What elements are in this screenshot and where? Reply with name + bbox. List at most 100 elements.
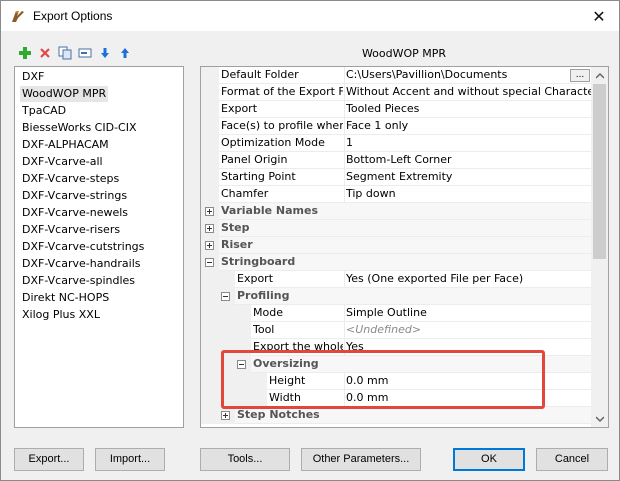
delete-format-button[interactable]	[37, 45, 53, 61]
property-row[interactable]: Export the whole ...Yes	[201, 339, 592, 356]
delete-icon	[40, 48, 50, 58]
format-list-item[interactable]: DXF-Vcarve-newels	[20, 205, 130, 221]
property-category-row[interactable]: Step	[201, 220, 592, 237]
format-list-item[interactable]: DXF-Vcarve-risers	[20, 222, 122, 238]
property-row[interactable]: Format of the Export Fil...Without Accen…	[201, 84, 592, 101]
property-value[interactable]: Yes (One exported File per Face)	[344, 271, 592, 288]
row-indent-gutter	[201, 373, 267, 390]
format-list-item[interactable]: Direkt NC-HOPS	[20, 290, 111, 306]
property-value[interactable]: C:\Users\Pavillion\Documents	[344, 67, 592, 84]
expand-icon[interactable]	[205, 241, 214, 250]
property-category-row[interactable]: Riser	[201, 237, 592, 254]
format-toolbar	[17, 45, 133, 63]
property-row[interactable]: Face(s) to profile when t...Face 1 only	[201, 118, 592, 135]
row-indent-gutter	[201, 101, 219, 118]
property-name: Panel Origin	[221, 153, 288, 166]
property-category-row[interactable]: Stringboard	[201, 254, 592, 271]
row-indent-gutter	[201, 118, 219, 135]
section-title: WoodWOP MPR	[361, 47, 447, 60]
property-value[interactable]: <Undefined>	[344, 322, 592, 339]
ok-button[interactable]: OK	[453, 448, 525, 471]
rename-format-button[interactable]	[77, 45, 93, 61]
format-list: DXF WoodWOP MPR TpaCAD BiesseWorks CID-CIX D…	[14, 66, 184, 428]
category-label: Variable Names	[221, 204, 318, 217]
move-up-button[interactable]	[117, 45, 133, 61]
move-down-icon	[101, 48, 109, 58]
format-list-item[interactable]: DXF-Vcarve-strings	[20, 188, 129, 204]
expand-icon[interactable]	[221, 411, 230, 420]
format-list-item[interactable]: DXF-ALPHACAM	[20, 137, 111, 153]
property-category-row[interactable]: Step Notches	[201, 407, 592, 424]
property-value[interactable]: Tip down	[344, 186, 592, 203]
format-list-item[interactable]: WoodWOP MPR	[20, 86, 109, 102]
close-button[interactable]: ✕	[579, 1, 619, 31]
property-row[interactable]: Tool <Undefined>	[201, 322, 592, 339]
property-row[interactable]: Starting Point Segment Extremity	[201, 169, 592, 186]
format-list-item[interactable]: DXF	[20, 69, 46, 85]
property-value[interactable]: Simple Outline	[344, 305, 592, 322]
cancel-button[interactable]: Cancel	[536, 448, 608, 471]
category-label: Riser	[221, 238, 253, 251]
property-row[interactable]: Export Yes (One exported File per Face)	[201, 271, 592, 288]
scroll-up-button[interactable]	[591, 67, 608, 84]
move-up-icon	[121, 48, 129, 58]
export-button[interactable]: Export...	[14, 448, 84, 471]
copy-format-button[interactable]	[57, 45, 73, 61]
format-list-item[interactable]: BiesseWorks CID-CIX	[20, 120, 139, 136]
export-options-dialog: Export Options ✕ WoodWOP MPR DXF WoodWOP…	[0, 0, 620, 481]
property-name: Starting Point	[221, 170, 296, 183]
format-list-item[interactable]: DXF-Vcarve-steps	[20, 171, 121, 187]
tools-button[interactable]: Tools...	[200, 448, 290, 471]
format-list-item[interactable]: Xilog Plus XXL	[20, 307, 102, 323]
property-row[interactable]: Mode Simple Outline	[201, 305, 592, 322]
format-list-item[interactable]: DXF-Vcarve-all	[20, 154, 105, 170]
import-button[interactable]: Import...	[95, 448, 165, 471]
scroll-down-button[interactable]	[591, 410, 608, 427]
format-list-item[interactable]: DXF-Vcarve-cutstrings	[20, 239, 146, 255]
property-value[interactable]: Tooled Pieces	[344, 101, 592, 118]
property-value[interactable]: Yes	[344, 339, 592, 356]
category-label: Profiling	[237, 289, 290, 302]
property-category-row[interactable]: Variable Names	[201, 203, 592, 220]
category-label: Step Notches	[237, 408, 320, 421]
vertical-scrollbar[interactable]	[591, 67, 608, 427]
expand-icon[interactable]	[205, 207, 214, 216]
property-row[interactable]: Optimization Mode 1	[201, 135, 592, 152]
title-bar: Export Options ✕	[1, 1, 619, 31]
window-title: Export Options	[33, 9, 113, 23]
collapse-icon[interactable]	[221, 292, 230, 301]
other-parameters-button[interactable]: Other Parameters...	[301, 448, 421, 471]
scroll-thumb[interactable]	[593, 84, 606, 259]
property-value[interactable]: Segment Extremity	[344, 169, 592, 186]
move-down-button[interactable]	[97, 45, 113, 61]
property-category-row[interactable]: Profiling	[201, 288, 592, 305]
property-value[interactable]: 0.0 mm	[344, 390, 592, 407]
row-indent-gutter	[201, 169, 219, 186]
property-row[interactable]: Height 0.0 mm	[201, 373, 592, 390]
row-indent-gutter	[201, 390, 267, 407]
property-value[interactable]: 1	[344, 135, 592, 152]
collapse-icon[interactable]	[237, 360, 246, 369]
property-value[interactable]: 0.0 mm	[344, 373, 592, 390]
property-value[interactable]: Without Accent and without special Chara…	[344, 84, 592, 101]
property-name: Width	[269, 391, 301, 404]
row-indent-gutter	[201, 271, 235, 288]
property-name: Face(s) to profile when t...	[221, 119, 343, 132]
property-row[interactable]: Panel Origin Bottom-Left Corner	[201, 152, 592, 169]
property-value[interactable]: Bottom-Left Corner	[344, 152, 592, 169]
category-label: Stringboard	[221, 255, 296, 268]
format-list-item[interactable]: DXF-Vcarve-handrails	[20, 256, 143, 272]
property-category-row[interactable]: Oversizing	[201, 356, 592, 373]
row-indent-gutter	[201, 339, 251, 356]
format-list-item[interactable]: TpaCAD	[20, 103, 68, 119]
add-format-button[interactable]	[17, 45, 33, 61]
property-row[interactable]: Chamfer Tip down	[201, 186, 592, 203]
property-value[interactable]: Face 1 only	[344, 118, 592, 135]
property-row[interactable]: Default Folder C:\Users\Pavillion\Documen…	[201, 67, 592, 84]
format-list-item[interactable]: DXF-Vcarve-spindles	[20, 273, 137, 289]
property-row[interactable]: Width 0.0 mm	[201, 390, 592, 407]
browse-folder-button[interactable]: ...	[570, 69, 590, 82]
collapse-icon[interactable]	[205, 258, 214, 267]
expand-icon[interactable]	[205, 224, 214, 233]
property-row[interactable]: Export Tooled Pieces	[201, 101, 592, 118]
